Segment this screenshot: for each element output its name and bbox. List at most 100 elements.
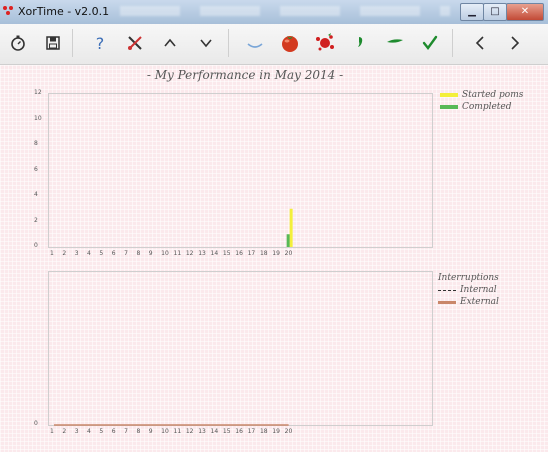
interruption-lines xyxy=(54,424,289,426)
background-taskbar-blur xyxy=(120,6,450,16)
apostrophe-icon xyxy=(358,37,363,47)
toolbar: ? xyxy=(0,24,548,65)
legend-label: Internal xyxy=(460,285,497,295)
maximize-button[interactable]: □ xyxy=(483,3,507,21)
app-icon xyxy=(3,6,15,18)
performance-legend: Started poms Completed xyxy=(440,89,523,113)
splat-icon xyxy=(316,33,334,51)
bar-started-poms-20 xyxy=(289,208,293,247)
save-button[interactable] xyxy=(38,28,68,58)
x-tick-label: 4 xyxy=(87,428,91,435)
x-tick-label: 19 xyxy=(272,428,280,435)
x-tick-label: 17 xyxy=(247,250,256,257)
legend-label: Completed xyxy=(462,102,512,112)
minimize-button[interactable]: ▁ xyxy=(460,3,484,21)
x-tick-label: 14 xyxy=(210,428,219,435)
floppy-disk-icon xyxy=(46,36,60,50)
internal-interruption-button[interactable] xyxy=(345,28,375,58)
y-tick-label: 8 xyxy=(34,140,38,147)
performance-plot xyxy=(48,93,433,248)
y-tick-label: 12 xyxy=(34,89,42,96)
legend-item-started: Started poms xyxy=(440,89,523,101)
chevron-down-icon xyxy=(200,39,212,48)
next-month-button[interactable] xyxy=(500,28,530,58)
x-tick-label: 11 xyxy=(173,250,182,257)
legend-item-internal: Internal xyxy=(438,284,499,296)
x-tick-label: 15 xyxy=(222,250,231,257)
x-tick-label: 2 xyxy=(62,428,67,435)
tomato-icon xyxy=(282,36,298,52)
performance-bars xyxy=(286,208,293,247)
x-tick-label: 3 xyxy=(74,250,79,257)
started-swatch xyxy=(440,93,458,97)
hide-button[interactable] xyxy=(240,28,270,58)
previous-month-button[interactable] xyxy=(465,28,495,58)
start-pomodoro-button[interactable] xyxy=(275,28,305,58)
x-tick-label: 10 xyxy=(161,250,169,257)
chevron-up-icon xyxy=(164,38,176,47)
x-tick-label: 5 xyxy=(99,428,104,435)
x-tick-label: 9 xyxy=(148,428,153,435)
move-down-button[interactable] xyxy=(191,28,221,58)
tools-icon xyxy=(128,36,142,50)
x-tick-label: 6 xyxy=(111,428,116,435)
close-button[interactable]: ✕ xyxy=(506,3,544,21)
x-tick-label: 13 xyxy=(198,250,206,257)
internal-swatch xyxy=(438,289,456,291)
x-tick-label: 12 xyxy=(185,250,194,257)
x-tick-label: 10 xyxy=(161,428,169,435)
question-icon: ? xyxy=(95,33,105,53)
x-tick-label: 15 xyxy=(222,428,231,435)
y-tick-label: 0 xyxy=(34,242,38,249)
x-tick-label: 12 xyxy=(185,428,194,435)
x-tick-label: 11 xyxy=(173,428,182,435)
chevron-left-icon xyxy=(475,36,484,50)
x-tick-label: 4 xyxy=(87,250,91,257)
external-swatch xyxy=(438,300,456,304)
stopwatch-icon xyxy=(11,35,25,51)
external-interruption-button[interactable] xyxy=(380,28,410,58)
x-tick-label: 8 xyxy=(136,428,141,435)
x-tick-label: 18 xyxy=(259,428,268,435)
x-tick-label: 9 xyxy=(148,250,153,257)
x-tick-label: 7 xyxy=(124,428,128,435)
x-tick-label: 6 xyxy=(111,250,116,257)
x-tick-label: 14 xyxy=(210,250,219,257)
x-tick-label: 13 xyxy=(198,428,206,435)
legend-item-external: External xyxy=(438,296,499,308)
x-tick-label: 16 xyxy=(235,250,243,257)
x-tick-label: 17 xyxy=(247,428,256,435)
toolbar-separator xyxy=(72,29,73,57)
x-tick-label: 5 xyxy=(99,250,104,257)
interruptions-plot xyxy=(48,271,433,426)
completed-swatch xyxy=(440,105,458,109)
chart-area: - My Performance in May 2014 - Started p… xyxy=(0,65,548,452)
y-tick-label: 10 xyxy=(34,114,42,122)
complete-button[interactable] xyxy=(415,28,445,58)
help-button[interactable]: ? xyxy=(85,28,115,58)
chevron-right-icon xyxy=(511,36,520,50)
move-up-button[interactable] xyxy=(155,28,185,58)
checkmark-icon xyxy=(422,35,438,50)
toolbar-separator xyxy=(452,29,453,57)
title-bar: XorTime - v2.0.1 ▁ □ ✕ xyxy=(0,0,548,25)
dash-icon xyxy=(387,39,403,43)
bar-completed-20 xyxy=(286,234,290,247)
x-tick-label: 19 xyxy=(272,250,280,257)
timer-button[interactable] xyxy=(3,28,33,58)
x-tick-label: 16 xyxy=(235,428,243,435)
smile-curve-icon xyxy=(247,43,263,48)
x-tick-label: 8 xyxy=(136,250,141,257)
x-tick-label: 18 xyxy=(259,250,268,257)
x-tick-label: 7 xyxy=(124,250,128,257)
x-tick-label: 1 xyxy=(50,428,54,435)
squash-button[interactable] xyxy=(310,28,340,58)
y-tick-label: 2 xyxy=(34,216,38,224)
x-tick-label: 20 xyxy=(284,428,293,435)
x-tick-label: 3 xyxy=(74,428,79,435)
tools-button[interactable] xyxy=(120,28,150,58)
legend-title: Interruptions xyxy=(438,273,499,283)
x-tick-label: 1 xyxy=(50,250,54,257)
legend-label: External xyxy=(460,297,499,307)
y-tick-label: 6 xyxy=(34,165,38,173)
